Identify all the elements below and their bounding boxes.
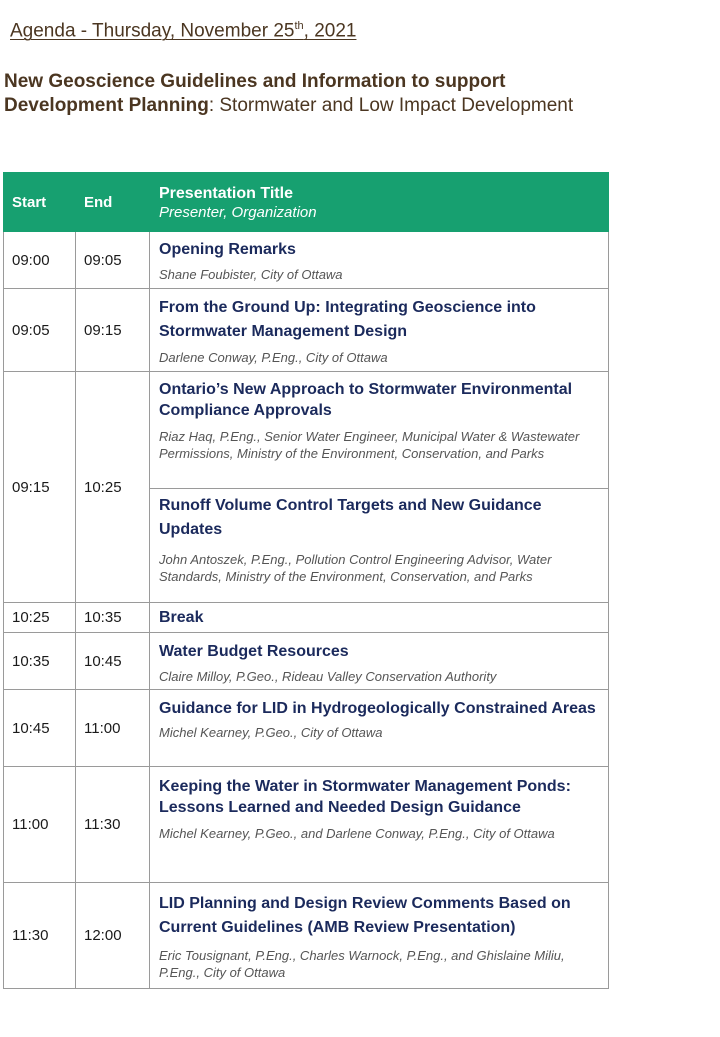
- column-header-end: End: [75, 172, 150, 232]
- presentation-title: Water Budget Resources: [159, 643, 349, 660]
- presentation-title: Opening Remarks: [159, 241, 296, 258]
- start-time: 09:00: [3, 231, 76, 289]
- presentation-title: Runoff Volume Control Targets and New Gu…: [159, 497, 542, 538]
- end-time: 11:00: [75, 689, 150, 767]
- table-row: 11:30 12:00 LID Planning and Design Revi…: [3, 882, 609, 989]
- agenda-table: Start End Presentation Title Presenter, …: [3, 172, 609, 989]
- presentation-cell: Break: [149, 602, 609, 633]
- end-time: 09:15: [75, 288, 150, 372]
- column-header-start: Start: [3, 172, 76, 232]
- end-time: 10:45: [75, 632, 150, 690]
- row-divider: [150, 488, 608, 489]
- column-header-title: Presentation Title Presenter, Organizati…: [149, 172, 609, 232]
- presentation-title: Guidance for LID in Hydrogeologically Co…: [159, 700, 596, 717]
- end-time: 12:00: [75, 882, 150, 989]
- end-time: 10:25: [75, 371, 150, 603]
- presenter: Riaz Haq, P.Eng., Senior Water Engineer,…: [159, 429, 580, 461]
- start-time: 11:00: [3, 766, 76, 883]
- agenda-date: Agenda - Thursday, November 25th, 2021: [10, 20, 357, 42]
- presentation-title: Keeping the Water in Stormwater Manageme…: [159, 778, 571, 816]
- presentation-title: From the Ground Up: Integrating Geoscien…: [159, 299, 536, 340]
- presentation-cell: Keeping the Water in Stormwater Manageme…: [149, 766, 609, 883]
- presentation-cell: LID Planning and Design Review Comments …: [149, 882, 609, 989]
- presentation-title: Break: [159, 609, 204, 626]
- table-row: 10:45 11:00 Guidance for LID in Hydrogeo…: [3, 689, 609, 767]
- presenter: Michel Kearney, P.Geo., City of Ottawa: [159, 725, 383, 740]
- end-time: 11:30: [75, 766, 150, 883]
- presenter: Claire Milloy, P.Geo., Rideau Valley Con…: [159, 669, 497, 684]
- end-time: 10:35: [75, 602, 150, 633]
- presenter: Darlene Conway, P.Eng., City of Ottawa: [159, 350, 388, 365]
- table-row: 09:15 10:25 Ontario’s New Approach to St…: [3, 371, 609, 603]
- table-row: 09:05 09:15 From the Ground Up: Integrat…: [3, 288, 609, 372]
- presentation-cell: Ontario’s New Approach to Stormwater Env…: [149, 371, 609, 603]
- presenter: Shane Foubister, City of Ottawa: [159, 267, 343, 282]
- presentation-cell: Water Budget Resources Claire Milloy, P.…: [149, 632, 609, 690]
- start-time: 09:05: [3, 288, 76, 372]
- presenter: Eric Tousignant, P.Eng., Charles Warnock…: [159, 948, 565, 980]
- presenter: John Antoszek, P.Eng., Pollution Control…: [159, 552, 552, 584]
- end-time: 09:05: [75, 231, 150, 289]
- presentation-cell: Opening Remarks Shane Foubister, City of…: [149, 231, 609, 289]
- start-time: 09:15: [3, 371, 76, 603]
- table-row: 10:25 10:35 Break: [3, 602, 609, 633]
- table-row: 09:00 09:05 Opening Remarks Shane Foubis…: [3, 231, 609, 289]
- table-header-row: Start End Presentation Title Presenter, …: [3, 172, 609, 232]
- presenter: Michel Kearney, P.Geo., and Darlene Conw…: [159, 826, 555, 841]
- presentation-title: LID Planning and Design Review Comments …: [159, 895, 571, 936]
- start-time: 10:35: [3, 632, 76, 690]
- table-row: 10:35 10:45 Water Budget Resources Clair…: [3, 632, 609, 690]
- start-time: 10:45: [3, 689, 76, 767]
- agenda-title: New Geoscience Guidelines and Informatio…: [4, 71, 574, 116]
- presentation-cell: From the Ground Up: Integrating Geoscien…: [149, 288, 609, 372]
- start-time: 10:25: [3, 602, 76, 633]
- table-row: 11:00 11:30 Keeping the Water in Stormwa…: [3, 766, 609, 883]
- presentation-title: Ontario’s New Approach to Stormwater Env…: [159, 381, 573, 419]
- start-time: 11:30: [3, 882, 76, 989]
- presentation-cell: Guidance for LID in Hydrogeologically Co…: [149, 689, 609, 767]
